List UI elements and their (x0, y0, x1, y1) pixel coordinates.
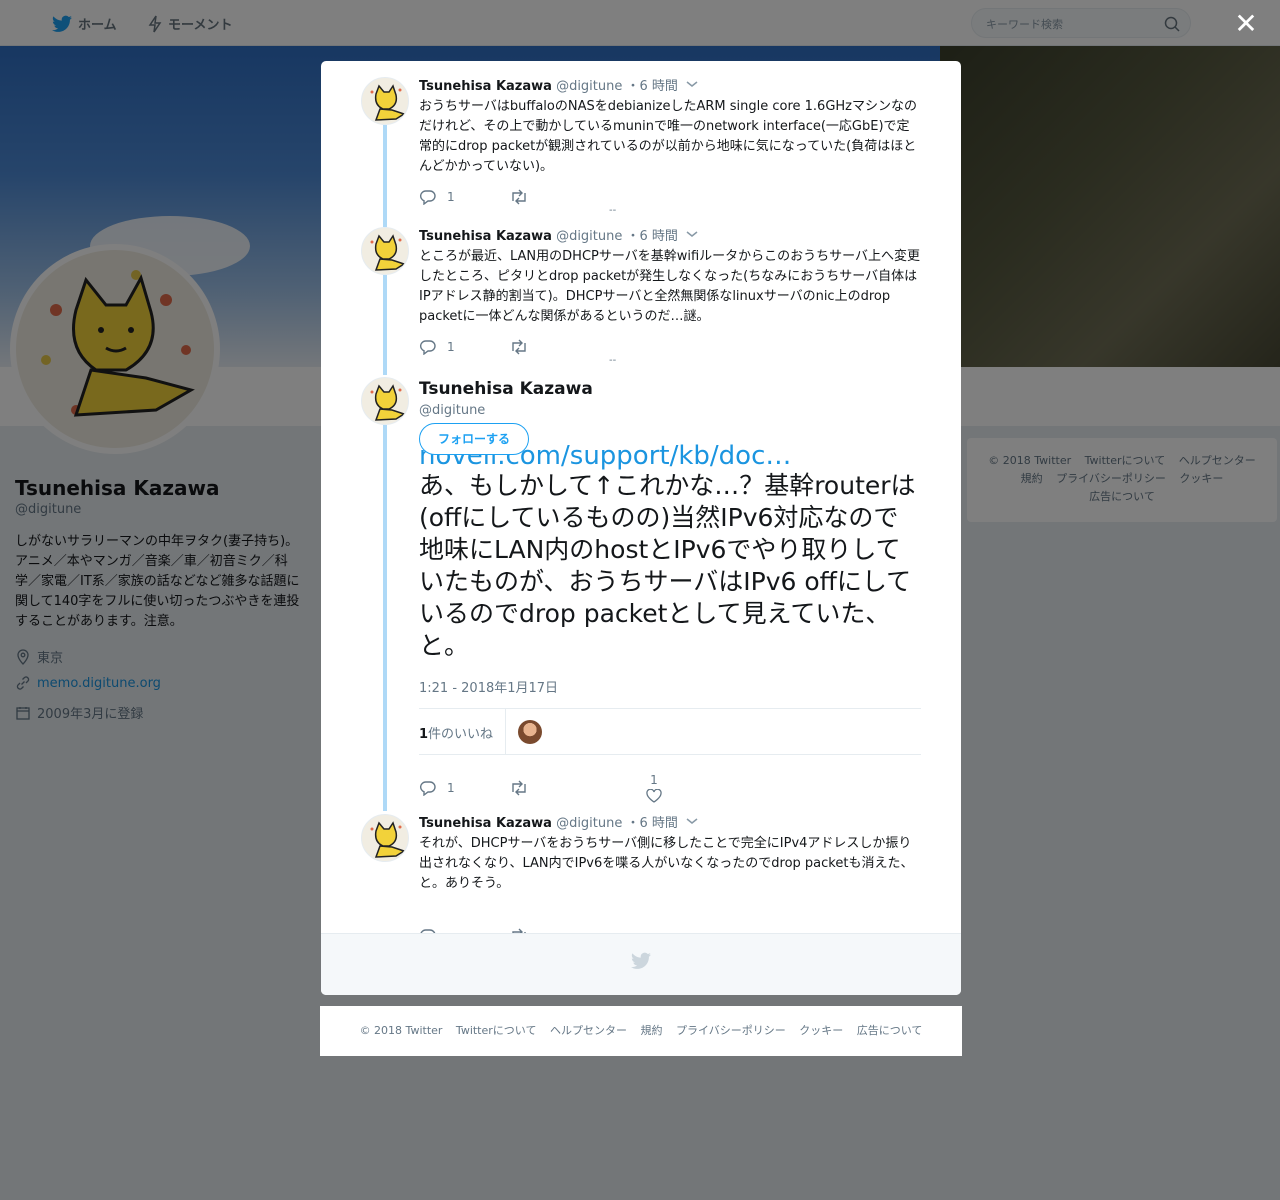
tweet-text: あ、もしかして↑これかな…？基幹routerは(offにしているものの)当然IP… (419, 471, 916, 660)
retweet-icon (512, 780, 526, 796)
reply-count: 1 (447, 190, 455, 204)
tweet-actions: 1 (419, 339, 599, 355)
tweet-modal: Tsunehisa Kazawa @digitune ・6 時間 おうちサーバは… (321, 61, 961, 995)
tweet-avatar[interactable] (361, 377, 409, 425)
footer-link-help[interactable]: ヘルプセンター (550, 1024, 627, 1037)
reply-button[interactable]: 1 (419, 189, 509, 205)
tweet-avatar[interactable] (361, 227, 409, 275)
tweet-author-name[interactable]: Tsunehisa Kazawa (419, 816, 552, 831)
reply-icon (420, 781, 436, 796)
tweet-extra-text: -- (609, 205, 617, 216)
heart-icon (646, 789, 662, 803)
tweet-timestamp[interactable]: ・6 時間 (627, 79, 678, 94)
thread-line-2 (383, 275, 387, 375)
tweet-datetime[interactable]: 1:21 - 2018年1月17日 (419, 677, 558, 696)
retweet-button[interactable] (509, 339, 599, 355)
tweet-author-name[interactable]: Tsunehisa Kazawa (419, 79, 552, 94)
likes-divider (505, 709, 506, 754)
tweet-avatar[interactable] (361, 77, 409, 125)
tweet-author-handle[interactable]: @digitune (556, 229, 622, 244)
retweet-button[interactable] (509, 189, 599, 205)
page-footer: © 2018 Twitter Twitterについて ヘルプセンター 規約 プラ… (320, 1006, 962, 1056)
tweet-timestamp[interactable]: ・6 時間 (627, 816, 678, 831)
tweet-timestamp[interactable]: ・6 時間 (627, 229, 678, 244)
retweet-icon (512, 189, 526, 205)
reply-count: 1 (447, 340, 455, 354)
tweet-author-handle[interactable]: @digitune (556, 79, 622, 94)
chevron-down-icon[interactable] (685, 816, 699, 826)
likes-bar: 1件のいいね (419, 708, 921, 755)
tweet-author-name[interactable]: Tsunehisa Kazawa (419, 379, 593, 399)
tweet-extra-text: -- (609, 355, 617, 366)
footer-link-ads[interactable]: 広告について (857, 1024, 923, 1037)
chevron-down-icon[interactable] (685, 79, 699, 89)
tweet-avatar[interactable] (361, 814, 409, 862)
reply-icon (420, 190, 436, 205)
modal-footer (321, 933, 961, 995)
footer-link-about[interactable]: Twitterについて (456, 1024, 537, 1037)
tweet-author-handle[interactable]: @digitune (556, 816, 622, 831)
tweet-text: それが、DHCPサーバをおうちサーバ側に移したことで完全にIPv4アドレスしか振… (419, 836, 914, 891)
tweet-header: Tsunehisa Kazawa @digitune ・6 時間 (419, 75, 678, 94)
thread-line-3 (383, 425, 387, 811)
tweet-author-name[interactable]: Tsunehisa Kazawa (419, 229, 552, 244)
reply-button[interactable]: 1 (419, 780, 509, 796)
footer-link-cookies[interactable]: クッキー (799, 1024, 843, 1037)
tweet-header: Tsunehisa Kazawa @digitune ・6 時間 (419, 812, 678, 831)
tweet-actions: 1 1 (419, 773, 699, 803)
footer-copyright: © 2018 Twitter (359, 1024, 443, 1037)
like-button[interactable]: 1 (609, 773, 699, 803)
footer-link-privacy[interactable]: プライバシーポリシー (676, 1024, 786, 1037)
likes-label: 件のいいね (428, 727, 494, 742)
liker-avatar[interactable] (518, 720, 542, 744)
reply-icon (420, 340, 436, 355)
footer-link-terms[interactable]: 規約 (640, 1024, 662, 1037)
retweet-button[interactable] (509, 780, 599, 796)
close-icon[interactable]: ✕ (1232, 10, 1260, 38)
tweet-author-handle[interactable]: @digitune (419, 403, 485, 418)
tweet-header: Tsunehisa Kazawa @digitune ・6 時間 (419, 225, 678, 244)
tweet-text: おうちサーバはbuffaloのNASをdebianizeしたARM single… (419, 99, 918, 174)
tweet-text: ところが最近、LAN用のDHCPサーバを基幹wifiルータからこのおうちサーバ上… (419, 249, 921, 324)
likes-number: 1 (419, 727, 429, 742)
likes-count[interactable]: 1件のいいね (419, 723, 493, 742)
chevron-down-icon[interactable] (685, 229, 699, 239)
retweet-icon (512, 339, 526, 355)
follow-button[interactable]: フォローする (419, 423, 529, 455)
reply-button[interactable]: 1 (419, 339, 509, 355)
reply-count: 1 (447, 781, 455, 795)
tweet-actions: 1 (419, 189, 599, 205)
like-count: 1 (650, 773, 658, 787)
thread-line-1 (383, 125, 387, 227)
twitter-bird-icon (631, 952, 651, 969)
